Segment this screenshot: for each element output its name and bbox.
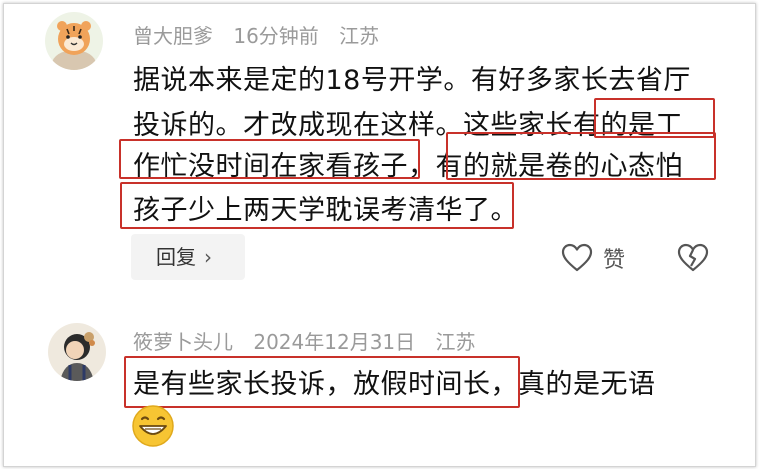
timestamp: 2024年12月31日 bbox=[253, 330, 416, 354]
highlight-box bbox=[119, 139, 420, 179]
highlight-box bbox=[446, 132, 716, 180]
username[interactable]: 曾大胆爹 bbox=[133, 24, 213, 48]
timestamp: 16分钟前 bbox=[233, 24, 319, 48]
chevron-right-icon: › bbox=[204, 245, 212, 269]
location: 江苏 bbox=[435, 330, 476, 354]
tiger-avatar-icon[interactable] bbox=[45, 12, 103, 70]
grinning-face-emoji-icon bbox=[131, 404, 175, 448]
broken-heart-icon[interactable] bbox=[677, 243, 709, 273]
reply-button[interactable]: 回复 › bbox=[131, 234, 245, 280]
like-label[interactable]: 赞 bbox=[603, 242, 625, 274]
highlight-box bbox=[120, 182, 514, 229]
location: 江苏 bbox=[339, 24, 380, 48]
comment-meta: 曾大胆爹 16分钟前 江苏 bbox=[133, 20, 393, 49]
heart-outline-icon[interactable] bbox=[561, 243, 593, 273]
comment-text-line: 据说本来是定的18号开学。有好多家长去省厅 bbox=[133, 65, 691, 96]
comment-meta: 筱萝卜头儿 2024年12月31日 江苏 bbox=[133, 326, 490, 355]
reply-label: 回复 bbox=[156, 245, 196, 269]
girl-avatar-icon[interactable] bbox=[48, 323, 106, 381]
highlight-box bbox=[124, 356, 520, 408]
username[interactable]: 筱萝卜头儿 bbox=[133, 330, 233, 354]
